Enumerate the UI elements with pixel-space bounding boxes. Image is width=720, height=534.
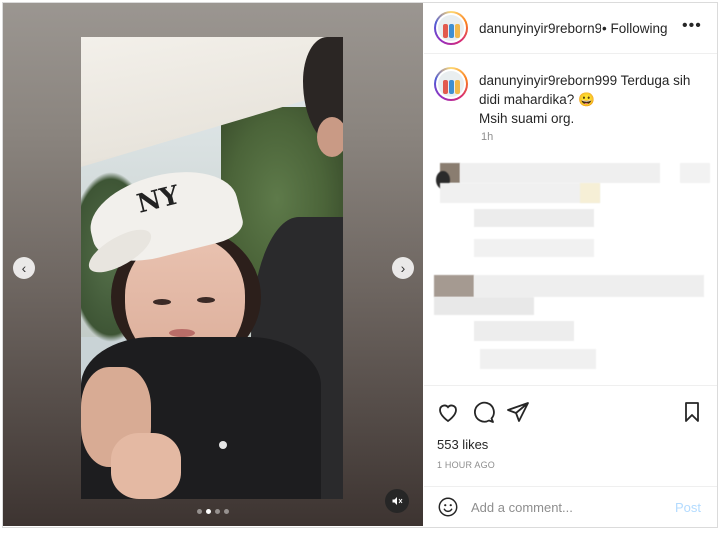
caption-username[interactable]: danunyinyir9reborn999	[479, 73, 617, 88]
post-header: danunyinyir9reborn999 • Following •••	[424, 3, 717, 54]
mute-toggle-button[interactable]	[385, 489, 409, 513]
follow-status-button[interactable]: • Following	[602, 21, 668, 36]
carousel-prev-button[interactable]: ‹	[13, 257, 35, 279]
like-count[interactable]: 553 likes	[437, 437, 488, 452]
comment-bubble-icon[interactable]	[471, 400, 495, 424]
more-icon: •••	[682, 17, 702, 34]
post-photo: NY	[81, 37, 343, 499]
speaker-muted-icon	[392, 497, 403, 505]
post-actions: 553 likes 1 HOUR AGO Post	[424, 385, 717, 525]
post-side-panel: danunyinyir9reborn999 • Following ••• da…	[424, 3, 717, 526]
post-media-viewer: NY ‹ ›	[3, 3, 423, 526]
caption-avatar[interactable]	[434, 67, 468, 101]
caption-timestamp: 1h	[481, 131, 494, 143]
post-comment-button[interactable]: Post	[675, 500, 701, 515]
carousel-dot	[215, 509, 220, 514]
paper-plane-icon[interactable]	[506, 400, 530, 424]
more-options-button[interactable]: •••	[682, 17, 702, 35]
separator-dot: •	[602, 21, 607, 36]
bookmark-icon[interactable]	[680, 400, 704, 424]
avatar[interactable]	[434, 11, 468, 45]
follow-status-label: Following	[610, 21, 668, 36]
comment-bar: Post	[424, 486, 717, 526]
carousel-dot	[224, 509, 229, 514]
caption-text-line2: Msih suami org.	[479, 111, 575, 126]
carousel-indicator	[197, 509, 229, 514]
comment-input[interactable]	[471, 497, 661, 517]
carousel-dot-active	[206, 509, 211, 514]
heart-icon[interactable]	[436, 400, 460, 424]
chevron-right-icon: ›	[400, 260, 406, 276]
emoji-smile-icon[interactable]	[437, 496, 459, 518]
post-caption: danunyinyir9reborn999 Terduga sih didi m…	[479, 71, 709, 128]
carousel-dot	[197, 509, 202, 514]
chevron-left-icon: ‹	[21, 260, 27, 276]
carousel-next-button[interactable]: ›	[392, 257, 414, 279]
post-timestamp: 1 HOUR AGO	[437, 460, 496, 470]
post-username[interactable]: danunyinyir9reborn999	[479, 21, 601, 36]
